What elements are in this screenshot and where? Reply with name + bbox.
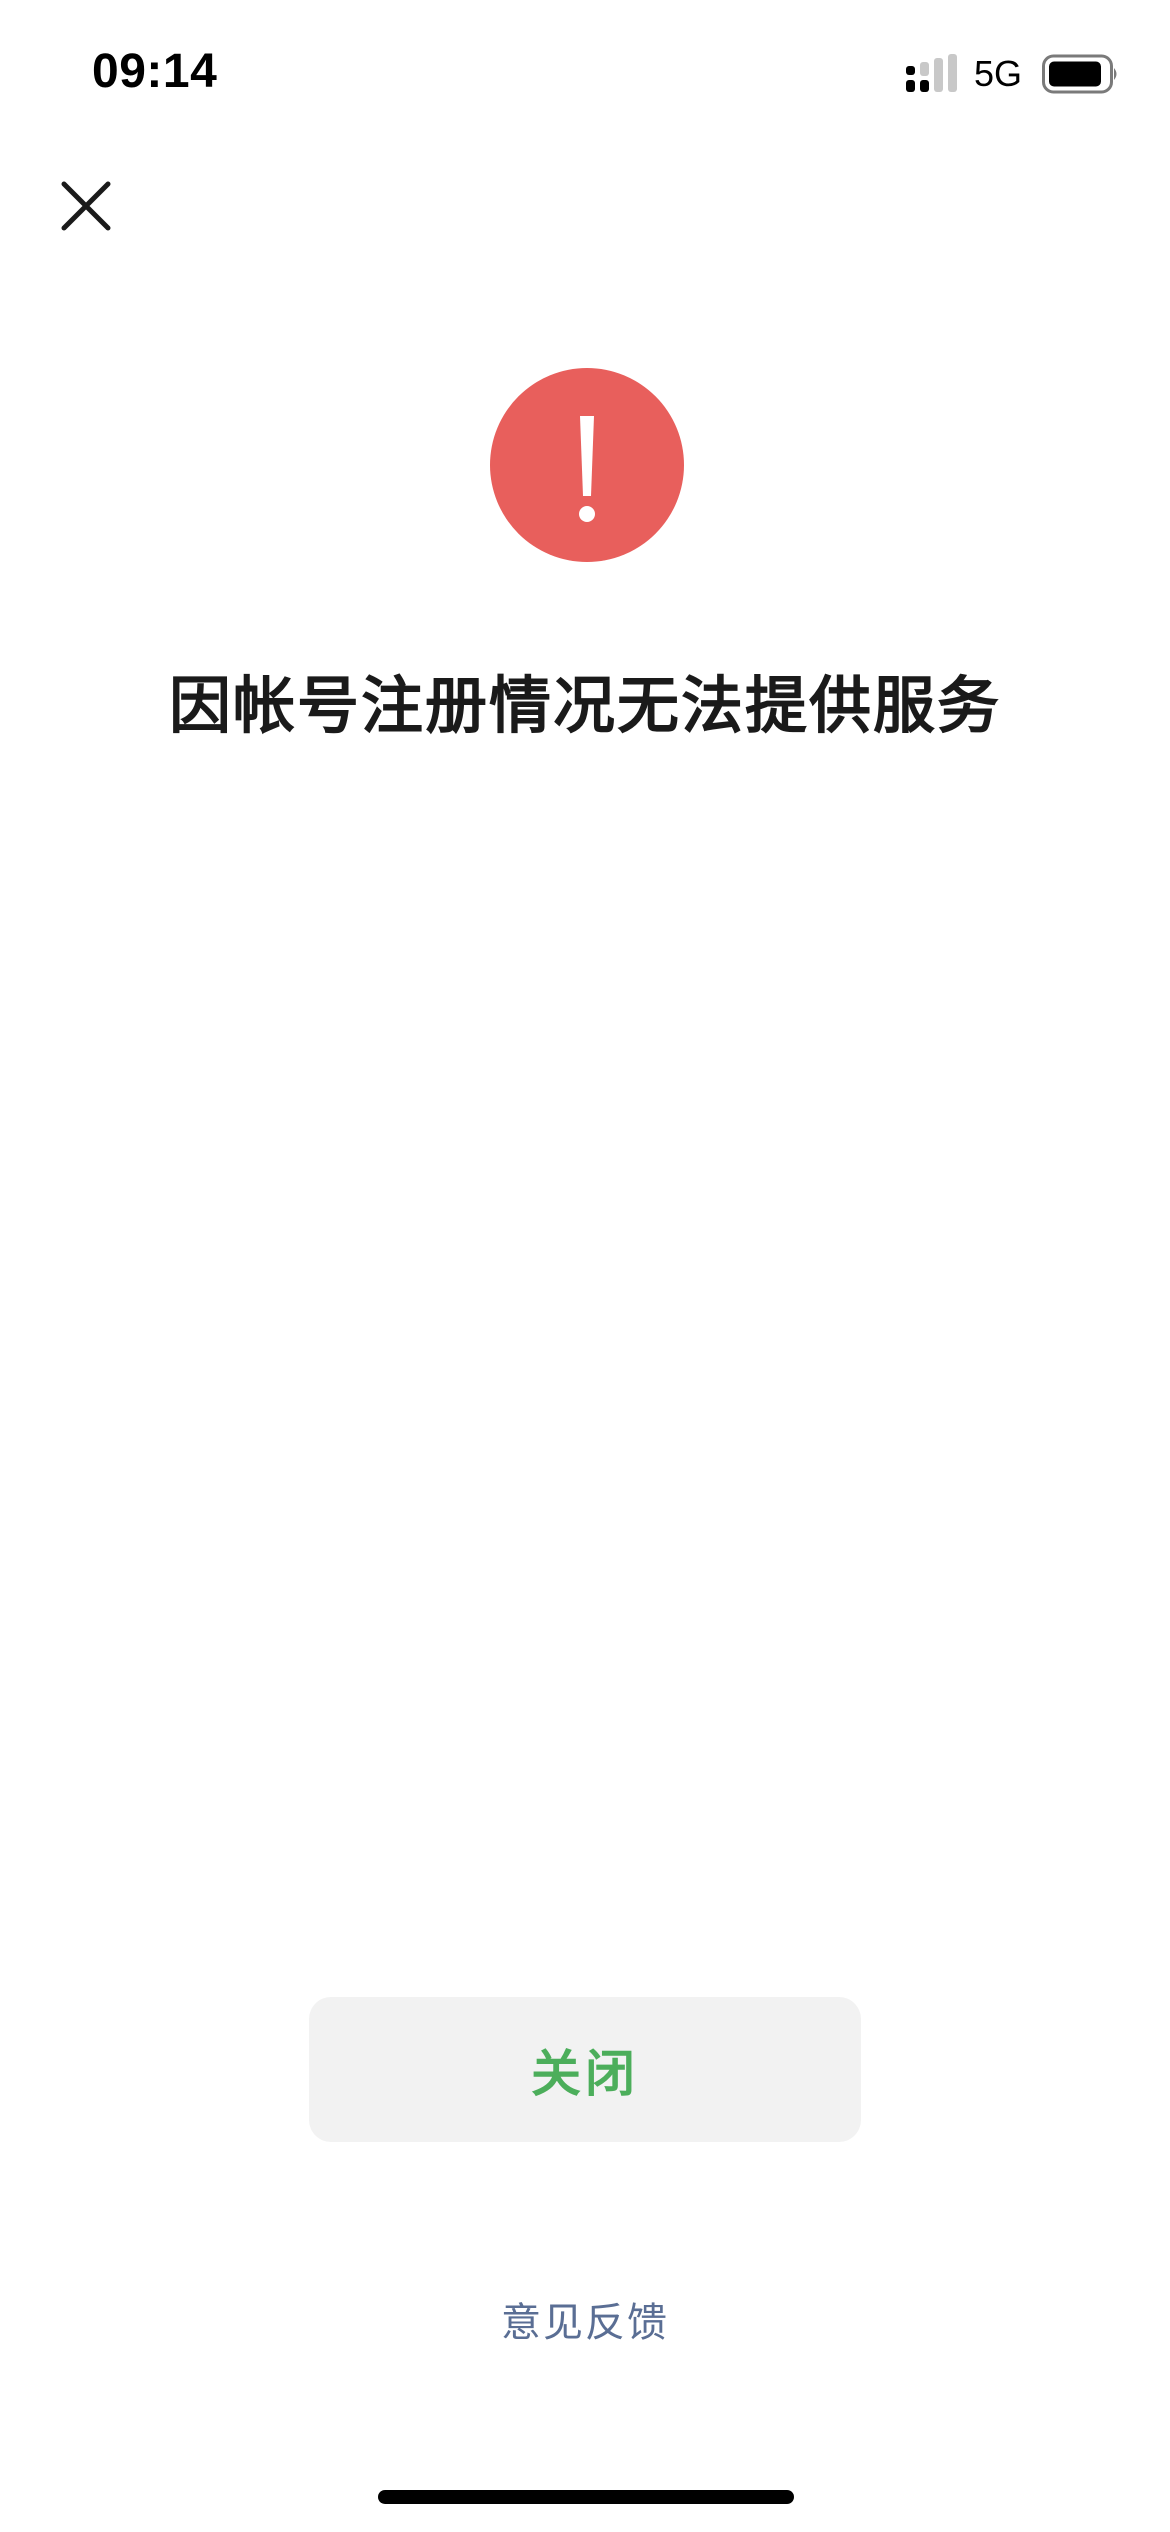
status-bar: 09:14 5G xyxy=(0,0,1170,150)
error-message: 因帐号注册情况无法提供服务 xyxy=(168,669,1001,742)
feedback-link[interactable]: 意见反馈 xyxy=(0,2290,1170,2348)
signal-icon xyxy=(905,54,957,92)
home-indicator[interactable] xyxy=(378,2490,794,2504)
screen: 09:14 5G 因帐号注册情况无法提供服务 关闭 意见反馈 xyxy=(0,0,1170,2532)
close-button[interactable]: 关闭 xyxy=(309,1997,861,2142)
network-label: 5G xyxy=(973,53,1022,94)
close-icon[interactable] xyxy=(56,176,116,236)
close-button-label: 关闭 xyxy=(531,2044,639,2103)
status-indicators: 5G xyxy=(905,52,1120,96)
status-time: 09:14 xyxy=(92,45,218,98)
battery-icon xyxy=(1042,54,1117,94)
warning-icon xyxy=(490,368,684,562)
